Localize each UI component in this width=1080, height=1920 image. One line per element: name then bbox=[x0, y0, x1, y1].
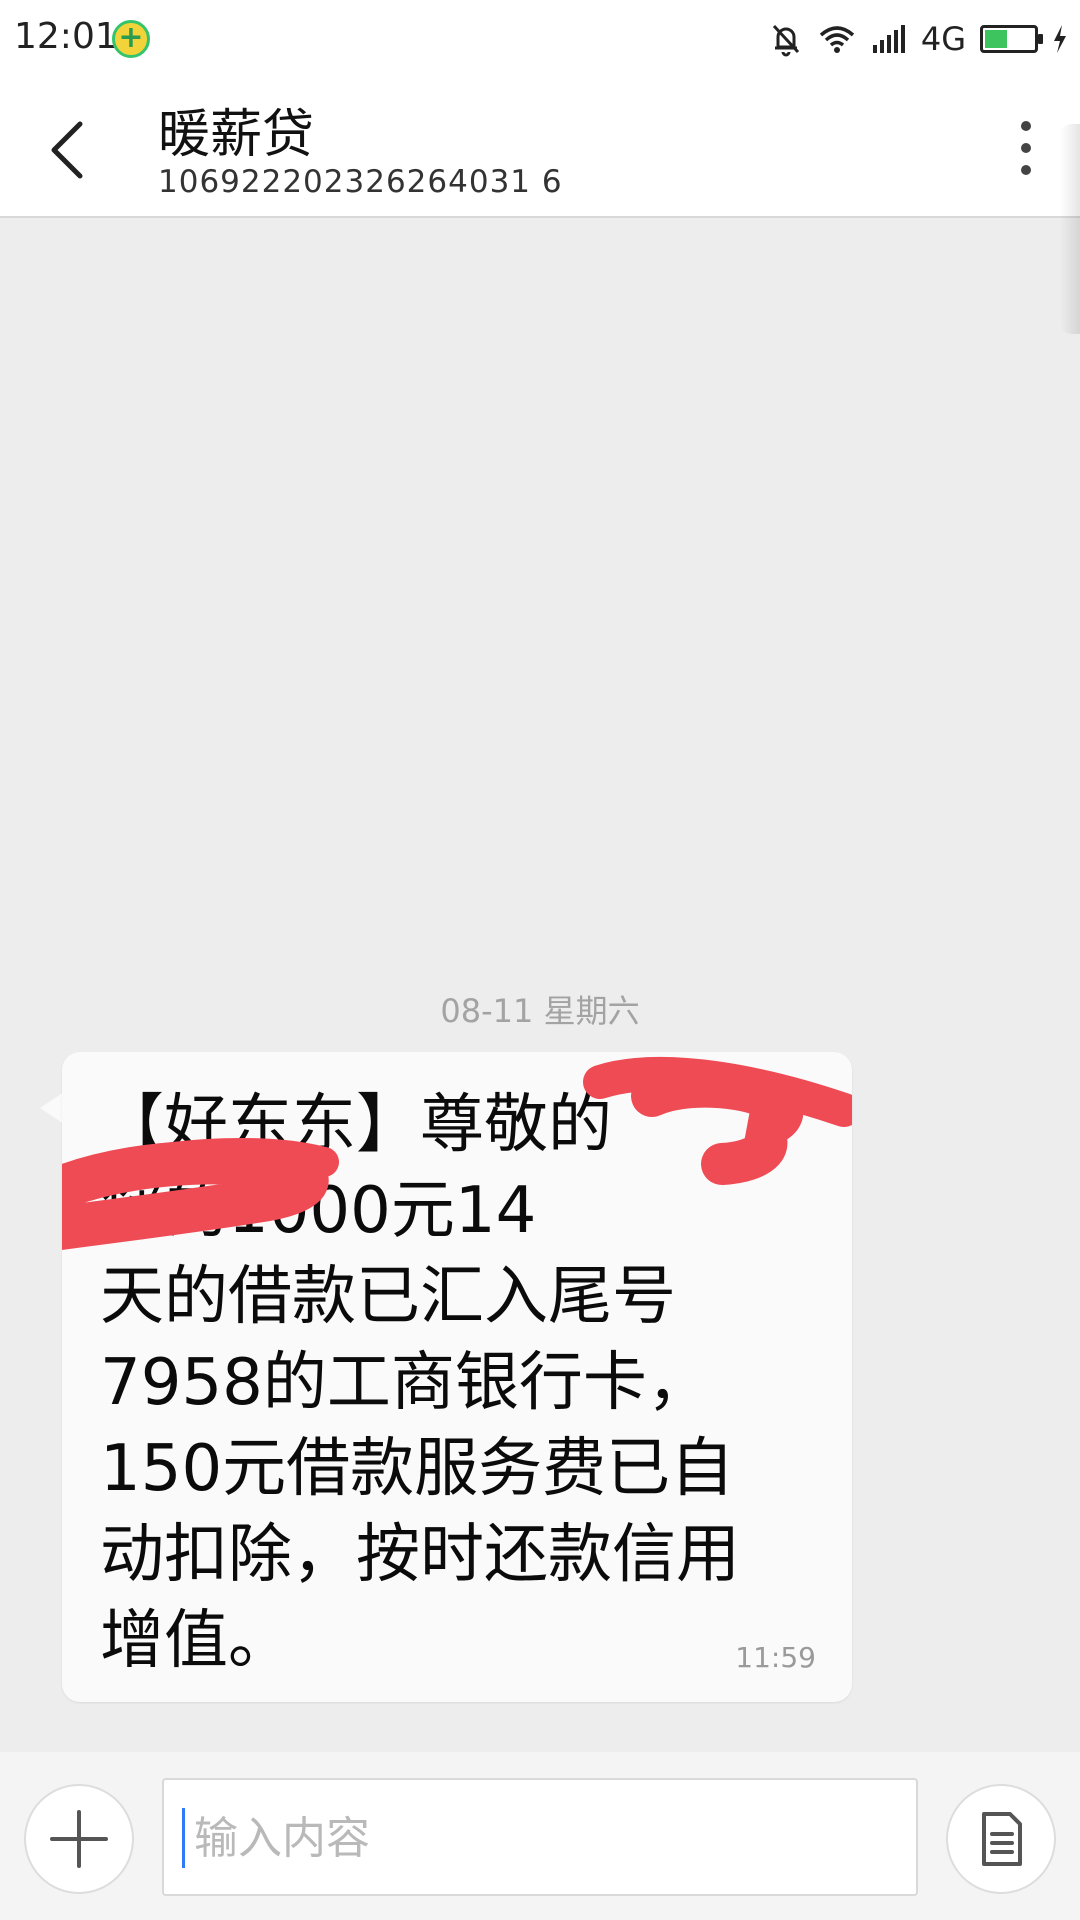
status-time: 12:01 bbox=[14, 16, 118, 57]
back-arrow-icon[interactable] bbox=[40, 110, 104, 190]
contact-number: 106922202326264031 6 bbox=[158, 164, 563, 200]
template-button[interactable] bbox=[946, 1784, 1056, 1894]
plus-icon bbox=[50, 1810, 108, 1868]
contact-name: 暖薪贷 bbox=[158, 105, 315, 165]
wifi-icon bbox=[819, 26, 854, 53]
compose-bar bbox=[0, 1752, 1080, 1920]
notification-plus-icon: + bbox=[112, 20, 150, 58]
date-separator: 08-11 星期六 bbox=[440, 992, 640, 1030]
more-options-icon[interactable] bbox=[1006, 116, 1046, 180]
message-input[interactable] bbox=[192, 1780, 896, 1896]
message-text: 【好东东】尊敬的 您的1000元14 天的借款已汇入尾号 7958的工商银行卡，… bbox=[100, 1088, 740, 1678]
document-icon bbox=[982, 1812, 1022, 1866]
bell-muted-icon bbox=[772, 24, 799, 57]
message-input-field[interactable] bbox=[162, 1778, 918, 1896]
add-attachment-button[interactable] bbox=[24, 1784, 134, 1894]
status-bar: 12:01 + 4G bbox=[0, 0, 1080, 78]
conversation-header: 暖薪贷 106922202326264031 6 bbox=[0, 78, 1080, 334]
bubble-tail bbox=[40, 1092, 64, 1124]
charging-bolt-icon bbox=[1054, 25, 1066, 53]
signal-icon bbox=[872, 25, 905, 53]
edge-panel-handle[interactable] bbox=[1060, 124, 1080, 334]
status-icons: 4G bbox=[769, 14, 1068, 64]
text-cursor bbox=[182, 1808, 185, 1868]
message-time: 11:59 bbox=[735, 1641, 816, 1674]
network-type: 4G bbox=[920, 20, 966, 58]
message-bubble[interactable]: 【好东东】尊敬的 您的1000元14 天的借款已汇入尾号 7958的工商银行卡，… bbox=[62, 1052, 852, 1702]
battery-icon bbox=[980, 25, 1043, 53]
battery-level bbox=[985, 30, 1007, 48]
